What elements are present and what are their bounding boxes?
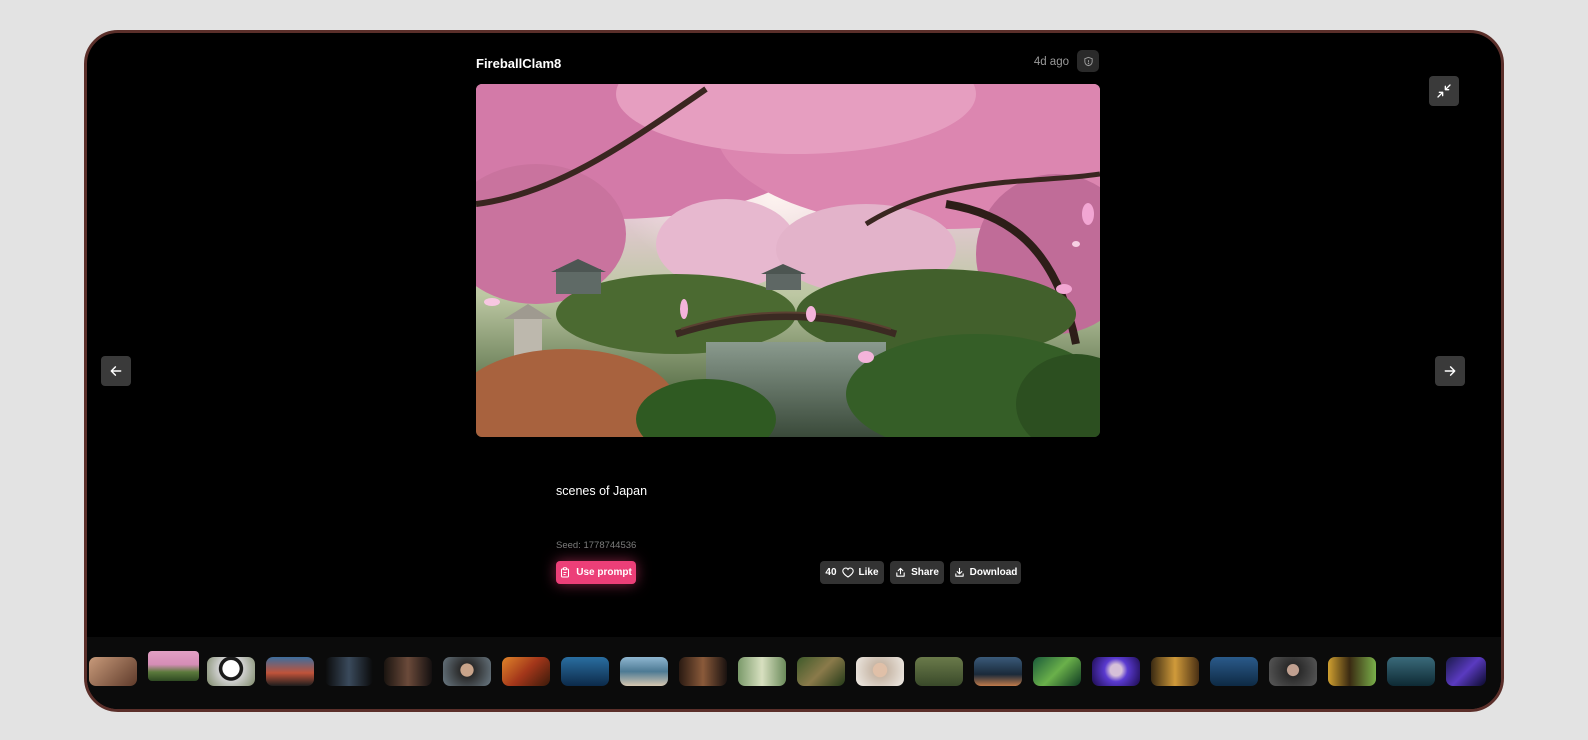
- thumbnail[interactable]: [89, 657, 137, 686]
- thumbnail[interactable]: [384, 657, 432, 686]
- author-name[interactable]: FireballClam8: [476, 56, 561, 71]
- thumbnail[interactable]: [443, 657, 491, 686]
- main-video[interactable]: [476, 84, 1100, 437]
- like-button[interactable]: 40 Like: [820, 561, 884, 584]
- viewer-window: FireballClam8 4d ago scenes of Japan See…: [84, 30, 1504, 712]
- shield-icon: [1083, 56, 1093, 66]
- minimize-icon: [1437, 84, 1451, 98]
- thumbnail[interactable]: [1151, 657, 1199, 686]
- thumbnail[interactable]: [325, 657, 373, 686]
- thumbnail-active[interactable]: [148, 651, 199, 681]
- use-prompt-label: Use prompt: [576, 567, 632, 578]
- thumbnail[interactable]: [974, 657, 1022, 686]
- arrow-left-icon: [110, 366, 122, 376]
- use-prompt-button[interactable]: Use prompt: [556, 561, 636, 584]
- next-button[interactable]: [1435, 356, 1465, 386]
- share-button[interactable]: Share: [890, 561, 944, 584]
- thumbnail[interactable]: [797, 657, 845, 686]
- thumbnail[interactable]: [1446, 657, 1486, 686]
- post-time: 4d ago: [1033, 56, 1069, 68]
- thumbnail[interactable]: [856, 657, 904, 686]
- thumbnail[interactable]: [502, 657, 550, 686]
- thumbnail[interactable]: [266, 657, 314, 686]
- prompt-text: scenes of Japan: [556, 484, 648, 498]
- thumbnail[interactable]: [1328, 657, 1376, 686]
- like-label: Like: [858, 567, 879, 578]
- thumbnail[interactable]: [738, 657, 786, 686]
- thumbnail[interactable]: [1092, 657, 1140, 686]
- seed-text: Seed: 1778744536: [556, 540, 637, 551]
- arrow-right-icon: [1444, 366, 1456, 376]
- report-button[interactable]: [1077, 50, 1099, 72]
- thumbnail[interactable]: [1269, 657, 1317, 686]
- thumbnail[interactable]: [679, 657, 727, 686]
- download-button[interactable]: Download: [950, 561, 1021, 584]
- heart-icon: [841, 567, 854, 578]
- thumbnail[interactable]: [561, 657, 609, 686]
- thumbnail[interactable]: [1210, 657, 1258, 686]
- clipboard-icon: [561, 567, 570, 578]
- thumbnail[interactable]: [1387, 657, 1435, 686]
- thumbnail[interactable]: [207, 657, 255, 686]
- cherry-blossom-garden-image: [476, 84, 1100, 437]
- like-count: 40: [825, 567, 837, 578]
- download-label: Download: [969, 567, 1018, 578]
- previous-button[interactable]: [101, 356, 131, 386]
- collapse-button[interactable]: [1429, 76, 1459, 106]
- download-icon: [954, 567, 964, 577]
- share-icon: [896, 567, 905, 577]
- thumbnail[interactable]: [620, 657, 668, 686]
- share-label: Share: [911, 567, 939, 578]
- thumbnail[interactable]: [1033, 657, 1081, 686]
- thumbnail[interactable]: [915, 657, 963, 686]
- thumbnail-strip[interactable]: [87, 637, 1501, 709]
